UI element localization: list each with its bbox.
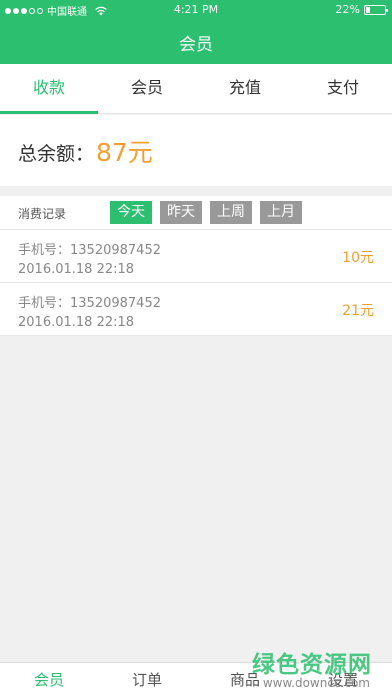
balance-amount: 87元 — [96, 138, 153, 167]
battery-percent: 22% — [335, 3, 360, 16]
record-amount: 21元 — [342, 303, 374, 319]
list-item[interactable]: 手机号：13520987452 2016.01.18 22:18 21元 — [0, 283, 392, 336]
record-phone: 手机号：13520987452 — [18, 243, 161, 258]
bottom-nav-orders[interactable]: 订单 — [98, 663, 196, 696]
records-panel: 消费记录 今天 昨天 上周 上月 手机号：13520987452 2016.01… — [0, 196, 392, 336]
watermark-url: www.downcc.com — [262, 676, 370, 690]
list-item[interactable]: 手机号：13520987452 2016.01.18 22:18 10元 — [0, 230, 392, 283]
balance-label: 总余额： — [18, 143, 95, 165]
record-phone: 手机号：13520987452 — [18, 296, 161, 311]
top-tabs: 收款 会员 充值 支付 — [0, 64, 392, 114]
bottom-nav-member[interactable]: 会员 — [0, 663, 98, 696]
watermark-text: 绿色资源网 — [252, 652, 372, 678]
tab-receive[interactable]: 收款 — [0, 64, 98, 114]
tab-recharge[interactable]: 充值 — [196, 64, 294, 113]
filter-last-week[interactable]: 上周 — [210, 201, 252, 224]
battery-fill — [366, 6, 371, 13]
record-amount: 10元 — [342, 250, 374, 266]
watermark: 绿色资源网 www.downcc.com — [252, 645, 372, 690]
filter-last-month[interactable]: 上月 — [260, 201, 302, 224]
page-title: 会员 — [179, 35, 213, 55]
filter-today[interactable]: 今天 — [110, 201, 152, 224]
status-time: 4:21 PM — [173, 3, 219, 16]
status-right: 22% — [335, 3, 388, 16]
battery-icon — [364, 4, 388, 15]
record-date: 2016.01.18 22:18 — [18, 315, 135, 330]
status-bar: 中国联通 4:21 PM 22% — [0, 0, 392, 20]
date-filters: 今天 昨天 上周 上月 — [110, 201, 302, 224]
balance-panel: 总余额： 87元 — [0, 115, 392, 186]
tab-pay[interactable]: 支付 — [294, 64, 392, 113]
filter-yesterday[interactable]: 昨天 — [160, 201, 202, 224]
records-title: 消费记录 — [18, 207, 67, 221]
app-header: 中国联通 4:21 PM 22% 会员 — [0, 0, 392, 64]
tab-member[interactable]: 会员 — [98, 64, 196, 113]
records-header: 消费记录 今天 昨天 上周 上月 — [0, 196, 392, 230]
record-date: 2016.01.18 22:18 — [18, 262, 135, 277]
